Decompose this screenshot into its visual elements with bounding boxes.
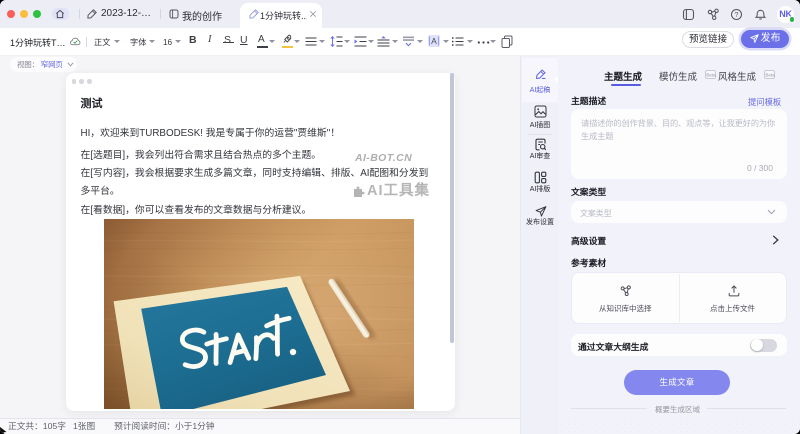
svg-text:A: A (431, 36, 437, 46)
svg-text:?: ? (734, 10, 738, 19)
